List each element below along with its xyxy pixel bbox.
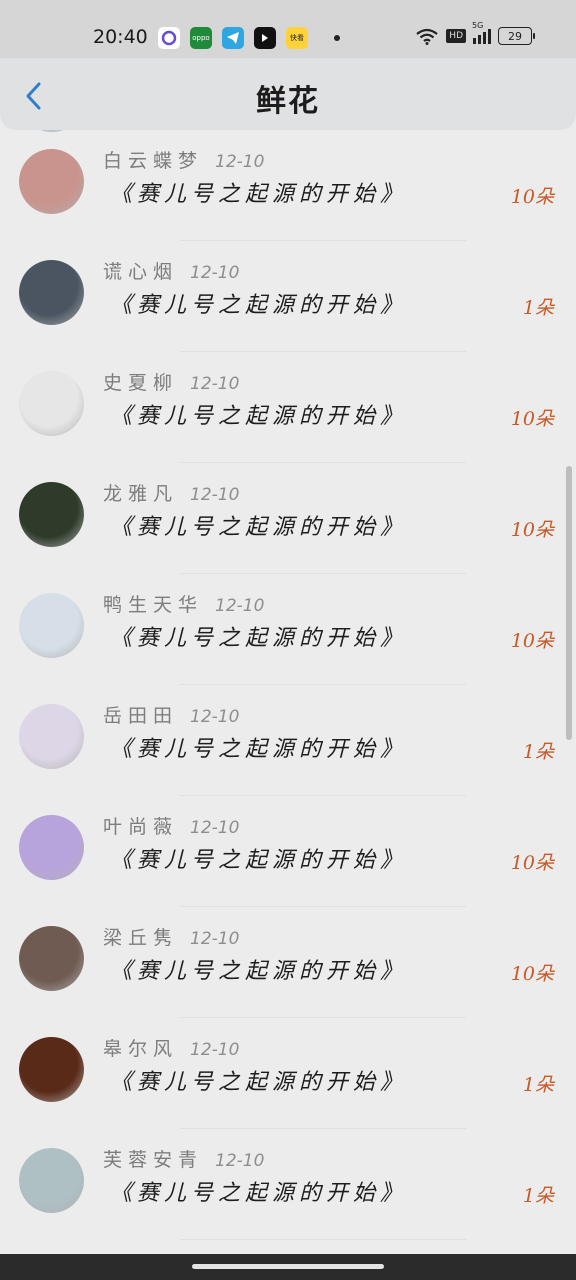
sender-name-text: 白云蝶梦 bbox=[103, 150, 204, 172]
list-item[interactable]: 谎心烟 12-10 《赛儿号之起源的开始》 1朵 bbox=[0, 241, 576, 352]
sender-name-text: 叶尚薇 bbox=[103, 816, 179, 838]
list-item[interactable]: 岳田田 12-10 《赛儿号之起源的开始》 1朵 bbox=[0, 685, 576, 796]
gift-date: 12-10 bbox=[215, 596, 265, 616]
gift-count: 1朵 bbox=[522, 297, 554, 319]
gift-date: 12-10 bbox=[190, 485, 240, 505]
notification-icons: oppo 快看 bbox=[158, 27, 340, 49]
avatar[interactable] bbox=[19, 482, 84, 547]
gift-date: 12-10 bbox=[190, 1040, 240, 1060]
message-text: 《赛儿号之起源的开始》 bbox=[110, 182, 408, 207]
avatar[interactable] bbox=[19, 926, 84, 991]
gift-date: 12-10 bbox=[190, 263, 240, 283]
gift-count: 10朵 bbox=[510, 408, 554, 430]
gift-count: 10朵 bbox=[510, 852, 554, 874]
message-text: 《赛儿号之起源的开始》 bbox=[110, 737, 408, 762]
signal-icon: 5G bbox=[472, 21, 491, 44]
sender-name: 梁丘隽 12-10 bbox=[103, 923, 239, 950]
dark-app-icon bbox=[254, 27, 276, 49]
sender-name-text: 鸭生天华 bbox=[103, 594, 204, 616]
gift-count: 10朵 bbox=[510, 630, 554, 652]
sender-name: 谎心烟 12-10 bbox=[103, 257, 239, 284]
avatar[interactable] bbox=[19, 149, 84, 214]
oppo-app-icon: oppo bbox=[190, 27, 212, 49]
gift-date: 12-10 bbox=[215, 152, 265, 172]
gift-date: 12-10 bbox=[190, 374, 240, 394]
sender-name-text: 梁丘隽 bbox=[103, 927, 179, 949]
sender-name-text: 龙雅凡 bbox=[103, 483, 179, 505]
system-status-icons: HD 5G 29 bbox=[415, 21, 535, 45]
gift-count: 1朵 bbox=[522, 741, 554, 763]
status-bar: 20:40 oppo 快看 HD 5G 29 bbox=[0, 0, 576, 58]
hd-badge: HD bbox=[446, 29, 466, 43]
battery-icon: 29 bbox=[498, 27, 535, 45]
list-item[interactable]: 叶尚薇 12-10 《赛儿号之起源的开始》 10朵 bbox=[0, 796, 576, 907]
avatar[interactable] bbox=[19, 1037, 84, 1102]
circle-app-icon bbox=[158, 27, 180, 49]
list-item[interactable]: 梁丘隽 12-10 《赛儿号之起源的开始》 10朵 bbox=[0, 907, 576, 1018]
sender-name: 芙蓉安青 12-10 bbox=[103, 1145, 264, 1172]
sender-name: 白云蝶梦 12-10 bbox=[103, 146, 264, 173]
avatar[interactable] bbox=[19, 593, 84, 658]
divider bbox=[180, 1239, 466, 1240]
message-text: 《赛儿号之起源的开始》 bbox=[110, 848, 408, 873]
sender-name: 史夏柳 12-10 bbox=[103, 368, 239, 395]
telegram-icon bbox=[222, 27, 244, 49]
list-item[interactable]: 鸭生天华 12-10 《赛儿号之起源的开始》 10朵 bbox=[0, 574, 576, 685]
list-item[interactable]: 白云蝶梦 12-10 《赛儿号之起源的开始》 10朵 bbox=[0, 130, 576, 241]
sender-name-text: 芙蓉安青 bbox=[103, 1149, 204, 1171]
sender-name: 叶尚薇 12-10 bbox=[103, 812, 239, 839]
home-indicator[interactable] bbox=[192, 1264, 384, 1269]
gift-count: 10朵 bbox=[510, 963, 554, 985]
sender-name-text: 史夏柳 bbox=[103, 372, 179, 394]
avatar[interactable] bbox=[19, 260, 84, 325]
sender-name: 皋尔风 12-10 bbox=[103, 1034, 239, 1061]
list-item[interactable]: 皋尔风 12-10 《赛儿号之起源的开始》 1朵 bbox=[0, 1018, 576, 1129]
sender-name: 龙雅凡 12-10 bbox=[103, 479, 239, 506]
sender-name: 岳田田 12-10 bbox=[103, 701, 239, 728]
sender-name: 鸭生天华 12-10 bbox=[103, 590, 264, 617]
message-text: 《赛儿号之起源的开始》 bbox=[110, 293, 408, 318]
message-text: 《赛儿号之起源的开始》 bbox=[110, 959, 408, 984]
status-time: 20:40 bbox=[93, 26, 148, 48]
list-item[interactable]: 芙蓉安青 12-10 《赛儿号之起源的开始》 1朵 bbox=[0, 1129, 576, 1240]
scrollbar[interactable] bbox=[566, 466, 572, 740]
avatar[interactable] bbox=[19, 1148, 84, 1213]
sender-name-text: 岳田田 bbox=[103, 705, 179, 727]
gift-count: 10朵 bbox=[510, 519, 554, 541]
gift-date: 12-10 bbox=[190, 929, 240, 949]
message-text: 《赛儿号之起源的开始》 bbox=[110, 404, 408, 429]
gift-count: 10朵 bbox=[510, 186, 554, 208]
header: 鲜花 bbox=[0, 58, 576, 130]
avatar[interactable] bbox=[19, 371, 84, 436]
battery-level: 29 bbox=[508, 29, 522, 43]
gift-date: 12-10 bbox=[190, 818, 240, 838]
kuaikan-app-icon: 快看 bbox=[286, 27, 308, 49]
sender-name-text: 谎心烟 bbox=[103, 261, 179, 283]
message-text: 《赛儿号之起源的开始》 bbox=[110, 1181, 408, 1206]
wifi-icon bbox=[416, 28, 438, 45]
gift-count: 1朵 bbox=[522, 1074, 554, 1096]
message-text: 《赛儿号之起源的开始》 bbox=[110, 626, 408, 651]
list-item[interactable]: 史夏柳 12-10 《赛儿号之起源的开始》 10朵 bbox=[0, 352, 576, 463]
avatar[interactable] bbox=[19, 704, 84, 769]
gift-count: 1朵 bbox=[522, 1185, 554, 1207]
list-item[interactable]: 龙雅凡 12-10 《赛儿号之起源的开始》 10朵 bbox=[0, 463, 576, 574]
gift-date: 12-10 bbox=[215, 1151, 265, 1171]
message-text: 《赛儿号之起源的开始》 bbox=[110, 515, 408, 540]
avatar[interactable] bbox=[19, 815, 84, 880]
message-text: 《赛儿号之起源的开始》 bbox=[110, 1070, 408, 1095]
page-title: 鲜花 bbox=[256, 84, 320, 119]
more-notifications-dot bbox=[334, 35, 340, 41]
sender-name-text: 皋尔风 bbox=[103, 1038, 179, 1060]
gift-date: 12-10 bbox=[190, 707, 240, 727]
navigation-bar bbox=[0, 1254, 576, 1280]
network-type: 5G bbox=[472, 20, 484, 30]
